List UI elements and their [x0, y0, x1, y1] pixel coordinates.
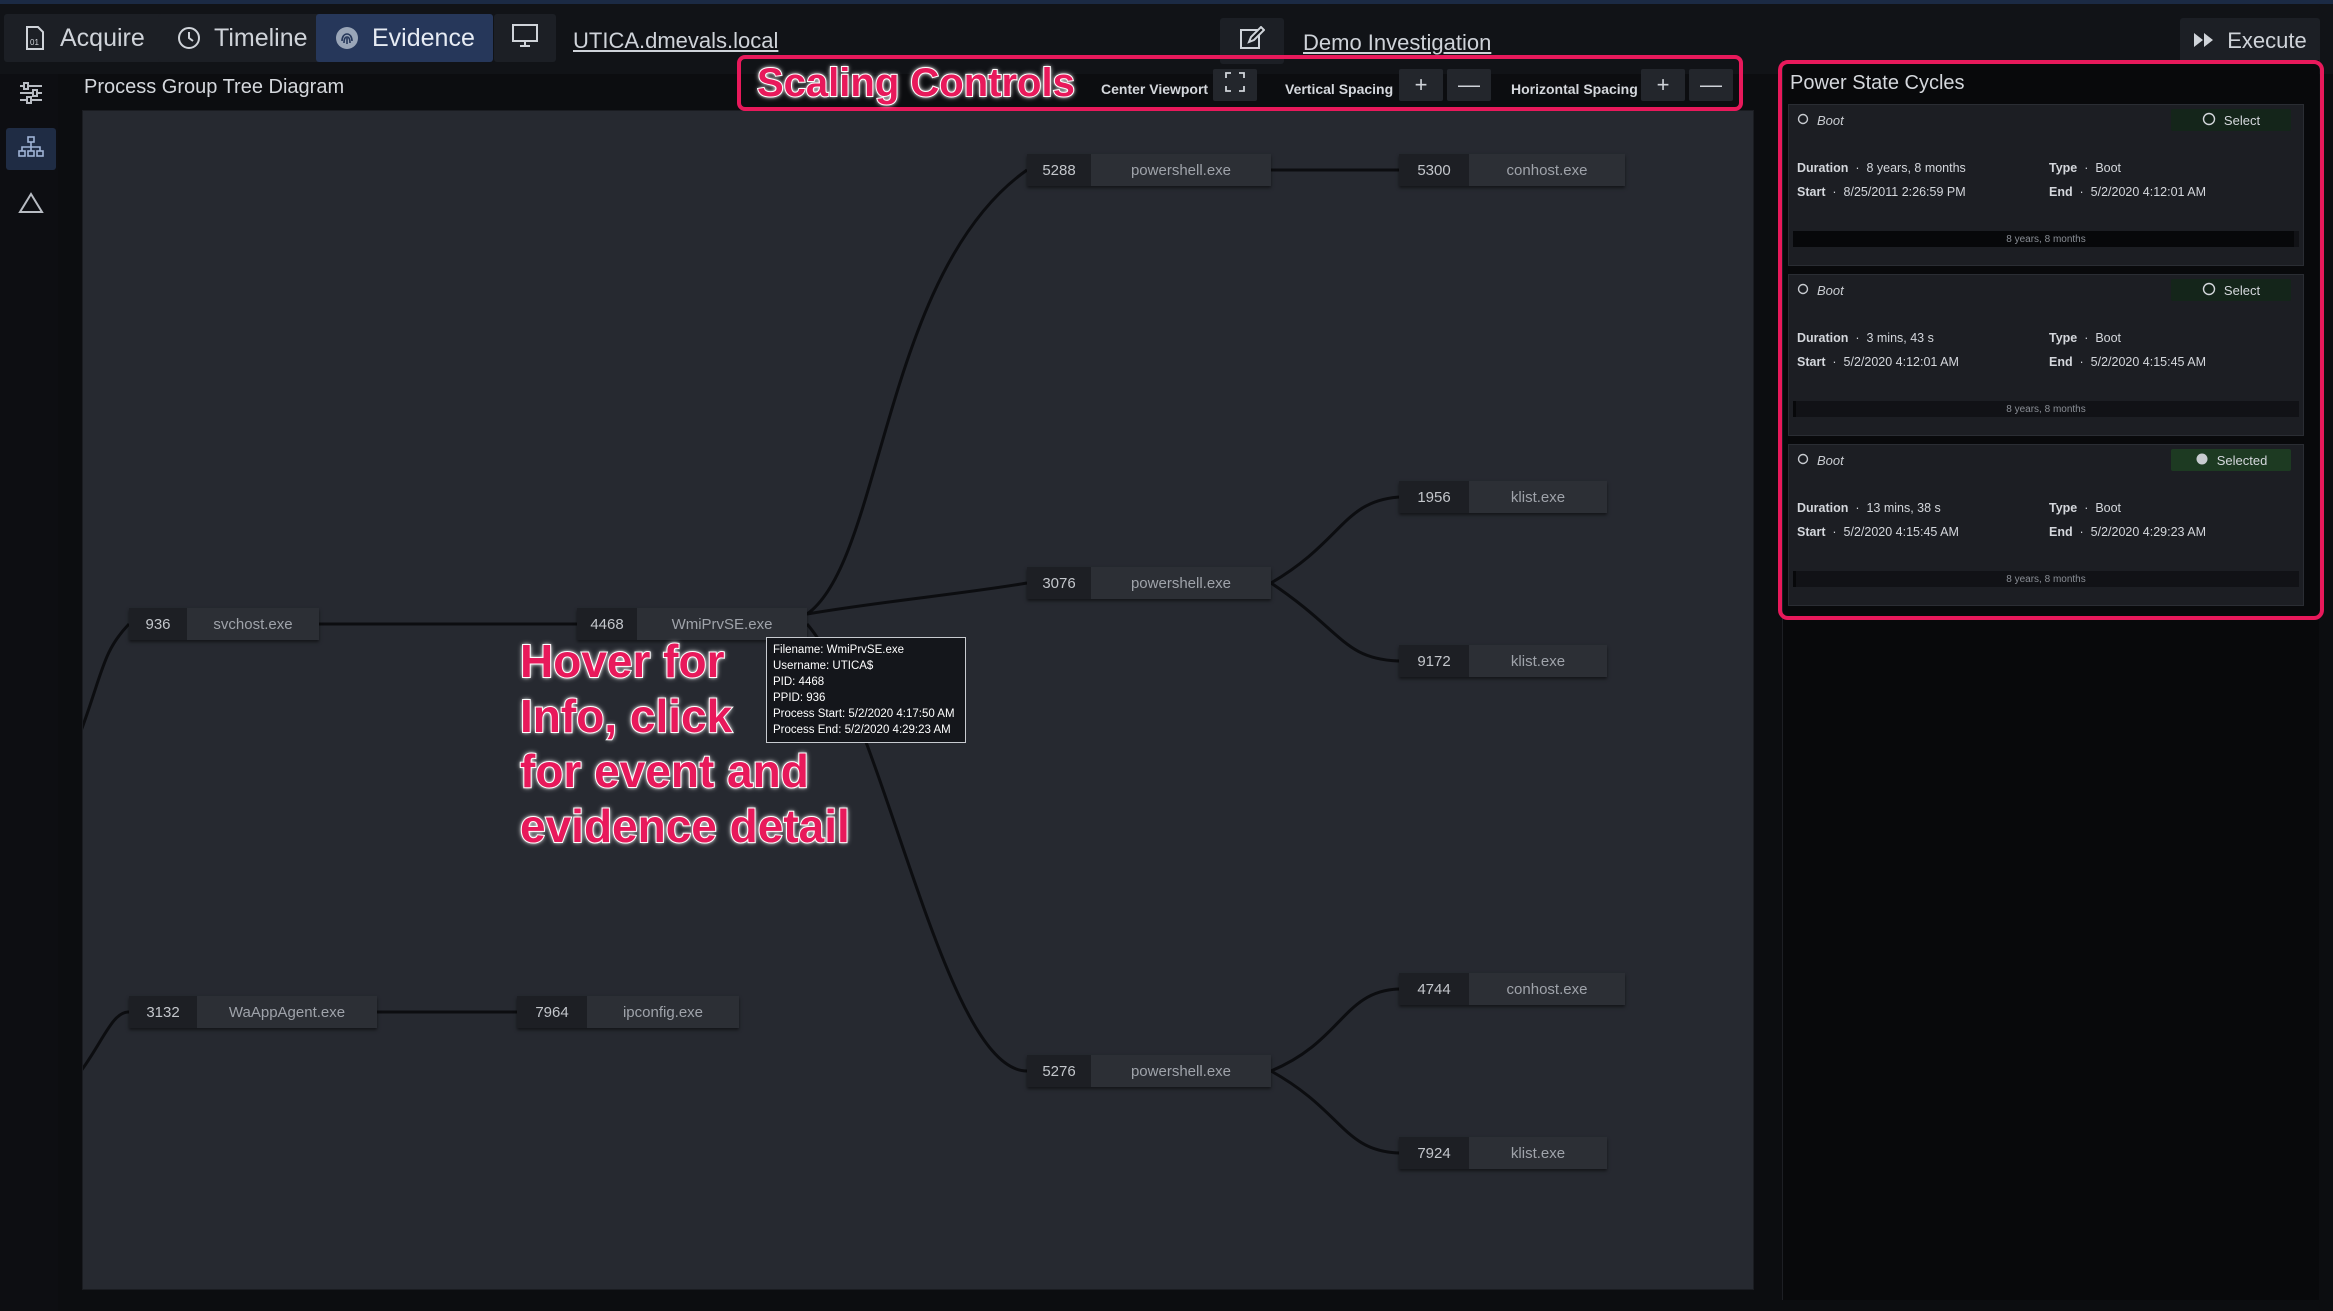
node-name: klist.exe [1469, 1137, 1607, 1169]
horizontal-spacing-minus-button[interactable]: — [1689, 69, 1733, 101]
node-pid: 936 [129, 608, 187, 640]
center-viewport-button[interactable] [1213, 69, 1257, 101]
node-name: conhost.exe [1469, 973, 1625, 1005]
node-pid: 5300 [1399, 154, 1469, 186]
node-pid: 5276 [1027, 1055, 1091, 1087]
hover-annotation-line: Hover for [519, 634, 725, 688]
tab-acquire-label: Acquire [60, 23, 145, 52]
node-name: WaAppAgent.exe [197, 996, 377, 1028]
tab-timeline-label: Timeline [214, 23, 308, 52]
process-node[interactable]: 936 svchost.exe [129, 608, 319, 640]
clock-icon [176, 25, 202, 51]
investigation-link[interactable]: Demo Investigation [1303, 30, 1491, 56]
plus-icon: + [1656, 72, 1670, 97]
execute-label: Execute [2227, 28, 2307, 53]
monitor-icon [511, 23, 539, 54]
left-rail [0, 74, 58, 1311]
acquire-icon: 01 [22, 25, 48, 51]
node-pid: 3132 [129, 996, 197, 1028]
process-node[interactable]: 7964 ipconfig.exe [517, 996, 739, 1028]
edit-icon [1239, 25, 1266, 57]
fingerprint-icon [334, 25, 360, 51]
fast-forward-icon [2193, 28, 2215, 54]
alerts-button[interactable] [6, 184, 56, 226]
node-name: powershell.exe [1091, 154, 1271, 186]
warning-icon [18, 191, 44, 219]
node-name: svchost.exe [187, 608, 319, 640]
node-pid: 5288 [1027, 154, 1091, 186]
process-node[interactable]: 3076 powershell.exe [1027, 567, 1271, 599]
node-pid: 7964 [517, 996, 587, 1028]
process-node[interactable]: 5300 conhost.exe [1399, 154, 1625, 186]
process-node[interactable]: 1956 klist.exe [1399, 481, 1607, 513]
node-pid: 1956 [1399, 481, 1469, 513]
vertical-spacing-minus-button[interactable]: — [1447, 69, 1491, 101]
node-name: ipconfig.exe [587, 996, 739, 1028]
host-button[interactable] [494, 14, 556, 62]
vertical-spacing-label: Vertical Spacing [1285, 81, 1394, 97]
tree-icon [18, 135, 44, 163]
horizontal-spacing-plus-button[interactable]: + [1641, 69, 1685, 101]
host-link[interactable]: UTICA.dmevals.local [573, 28, 778, 54]
scaling-annotation: Scaling Controls [756, 60, 1076, 106]
tab-evidence-label: Evidence [372, 23, 475, 52]
filters-button[interactable] [6, 74, 56, 116]
process-node[interactable]: 4744 conhost.exe [1399, 973, 1625, 1005]
tree-diagram-button[interactable] [6, 128, 56, 170]
scaling-controls: Scaling Controls Center Viewport Vertica… [737, 55, 1743, 111]
hover-annotation-line: evidence detail [519, 799, 851, 853]
expand-icon [1225, 72, 1245, 98]
panel-title: Process Group Tree Diagram [84, 76, 345, 98]
hover-annotation: Hover for Info, click for event and evid… [519, 634, 851, 854]
process-node[interactable]: 7924 klist.exe [1399, 1137, 1607, 1169]
node-name: klist.exe [1469, 481, 1607, 513]
node-pid: 3076 [1027, 567, 1091, 599]
tab-acquire[interactable]: 01 Acquire [4, 14, 163, 62]
node-name: powershell.exe [1091, 567, 1271, 599]
process-node[interactable]: 5288 powershell.exe [1027, 154, 1271, 186]
execute-button[interactable]: Execute [2180, 18, 2320, 64]
node-pid: 4744 [1399, 973, 1469, 1005]
node-name: klist.exe [1469, 645, 1607, 677]
center-viewport-label: Center Viewport [1101, 81, 1209, 97]
tab-timeline[interactable]: Timeline [158, 14, 326, 62]
plus-icon: + [1414, 72, 1428, 97]
hover-annotation-line: Info, click [519, 689, 733, 743]
svg-text:01: 01 [30, 38, 39, 47]
node-pid: 7924 [1399, 1137, 1469, 1169]
process-node[interactable]: 3132 WaAppAgent.exe [129, 996, 377, 1028]
node-pid: 9172 [1399, 645, 1469, 677]
tab-evidence[interactable]: Evidence [316, 14, 493, 62]
sliders-icon [18, 81, 44, 109]
process-node[interactable]: 5276 powershell.exe [1027, 1055, 1271, 1087]
vertical-spacing-plus-button[interactable]: + [1399, 69, 1443, 101]
power-state-highlight [1778, 60, 2324, 620]
node-name: powershell.exe [1091, 1055, 1271, 1087]
minus-icon: — [1458, 72, 1480, 97]
horizontal-spacing-label: Horizontal Spacing [1511, 81, 1638, 97]
minus-icon: — [1700, 72, 1722, 97]
process-node[interactable]: 9172 klist.exe [1399, 645, 1607, 677]
hover-annotation-line: for event and [519, 744, 810, 798]
node-name: conhost.exe [1469, 154, 1625, 186]
